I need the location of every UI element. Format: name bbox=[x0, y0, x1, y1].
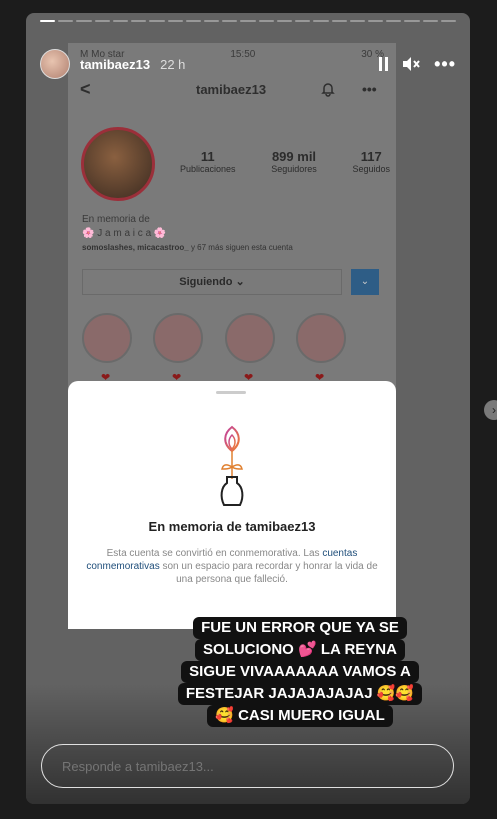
bell-icon bbox=[321, 83, 335, 97]
progress-segment bbox=[422, 20, 438, 22]
following-button: Siguiendo ⌄ bbox=[82, 269, 342, 295]
header-controls: ••• bbox=[379, 55, 456, 73]
followed-by: somoslashes, micacastroo_ y 67 más sigue… bbox=[82, 243, 293, 252]
stat-label: Publicaciones bbox=[180, 164, 236, 174]
progress-segment bbox=[240, 20, 256, 22]
highlight-circle bbox=[225, 313, 275, 363]
next-story-button[interactable]: › bbox=[484, 400, 497, 420]
followed-by-rest: y 67 más siguen esta cuenta bbox=[188, 243, 293, 252]
flower-vase-icon bbox=[220, 425, 244, 506]
progress-segment bbox=[367, 20, 384, 22]
username[interactable]: tamibaez13 bbox=[80, 57, 150, 72]
story-header: tamibaez13 22 h ••• bbox=[40, 49, 456, 79]
progress-segment bbox=[149, 20, 165, 22]
stat-item: 899 mil Seguidores bbox=[271, 149, 317, 174]
progress-segment bbox=[331, 20, 347, 22]
progress-segment bbox=[276, 20, 293, 22]
profile-bio: En memoria de 🌸 J a m a i c a 🌸 bbox=[82, 213, 166, 241]
caption-line: SIGUE VIVAAAAAAA VAMOS A bbox=[181, 661, 419, 683]
caption-line: 🥰 CASI MUERO IGUAL bbox=[207, 705, 393, 727]
mute-icon[interactable] bbox=[402, 56, 420, 72]
story-caption: FUE UN ERROR QUE YA SE SOLUCIONO 💕 LA RE… bbox=[157, 617, 443, 727]
progress-bar bbox=[40, 20, 457, 22]
desc-text: Esta cuenta se convirtió en conmemorativ… bbox=[106, 548, 323, 559]
profile-screenshot: M Mo star 15:50 30 % < tamibaez13 ••• 11… bbox=[68, 43, 396, 403]
progress-segment bbox=[295, 20, 311, 22]
progress-segment bbox=[349, 20, 365, 22]
followed-by-names: somoslashes, micacastroo_ bbox=[82, 243, 189, 252]
progress-segment bbox=[440, 20, 457, 22]
story-viewer: tamibaez13 22 h ••• M Mo star 15:50 30 %… bbox=[26, 13, 470, 804]
progress-segment bbox=[40, 20, 56, 22]
pause-icon[interactable] bbox=[379, 57, 389, 71]
desc-text: son un espacio para recordar y honrar la… bbox=[159, 561, 378, 585]
progress-segment bbox=[185, 20, 201, 22]
caption-line: FESTEJAR JAJAJAJAJAJ 🥰🥰 bbox=[177, 683, 423, 705]
progress-segment bbox=[131, 20, 147, 22]
progress-segment bbox=[404, 20, 420, 22]
progress-segment bbox=[167, 20, 183, 22]
highlight-circle bbox=[82, 313, 132, 363]
highlight-circle bbox=[153, 313, 203, 363]
back-icon: < bbox=[80, 78, 91, 99]
stat-label: Seguidores bbox=[271, 164, 317, 174]
progress-segment bbox=[94, 20, 110, 22]
bio-line: 🌸 J a m a i c a 🌸 bbox=[82, 228, 167, 239]
progress-segment bbox=[313, 20, 329, 22]
suggestions-dropdown-icon: ⌄ bbox=[351, 269, 379, 295]
profile-topbar: < tamibaez13 ••• bbox=[68, 77, 396, 101]
profile-more-icon: ••• bbox=[362, 81, 377, 97]
caption-line: SOLUCIONO 💕 LA REYNA bbox=[195, 639, 405, 661]
progress-segment bbox=[76, 20, 92, 22]
caption-line: FUE UN ERROR QUE YA SE bbox=[193, 617, 407, 639]
profile-username: tamibaez13 bbox=[196, 81, 267, 97]
stat-label: Seguidos bbox=[352, 164, 390, 174]
progress-segment bbox=[58, 20, 74, 22]
memorial-description: Esta cuenta se convirtió en conmemorativ… bbox=[86, 547, 378, 586]
memorial-sheet: En memoria de tamibaez13 Esta cuenta se … bbox=[68, 381, 396, 629]
stat-number: 11 bbox=[200, 149, 215, 164]
post-time: 22 h bbox=[160, 56, 186, 72]
progress-segment bbox=[112, 20, 129, 22]
progress-segment bbox=[258, 20, 274, 22]
more-options-button[interactable]: ••• bbox=[434, 55, 456, 73]
avatar[interactable] bbox=[40, 49, 70, 79]
progress-segment bbox=[222, 20, 238, 22]
progress-segment bbox=[203, 20, 220, 22]
stat-number: 117 bbox=[360, 149, 382, 164]
reply-input[interactable] bbox=[41, 744, 454, 788]
progress-segment bbox=[386, 20, 402, 22]
highlight-circle bbox=[296, 313, 346, 363]
stat-item: 117 Seguidos bbox=[352, 149, 390, 174]
profile-stats: 11 Publicaciones 899 mil Seguidores 117 Segui… bbox=[180, 149, 390, 174]
memorial-title: En memoria de tamibaez13 bbox=[148, 519, 316, 534]
sheet-handle bbox=[216, 391, 246, 394]
stat-number: 899 mil bbox=[271, 149, 317, 164]
profile-photo bbox=[81, 127, 155, 201]
bio-line: En memoria de bbox=[82, 214, 150, 225]
stat-item: 11 Publicaciones bbox=[180, 149, 236, 174]
